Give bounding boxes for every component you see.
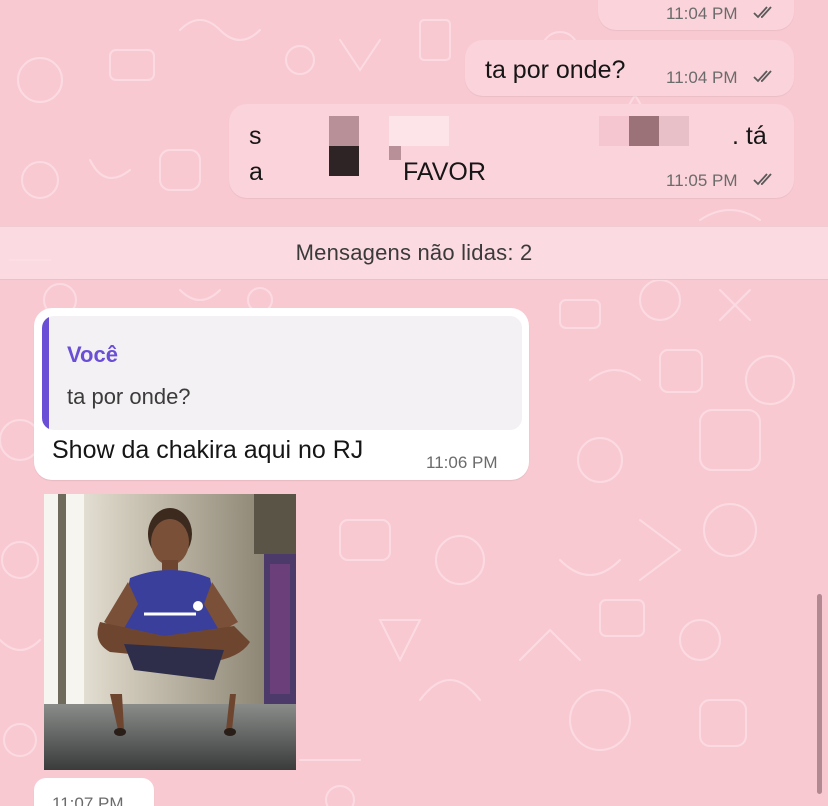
message-text: ta por onde? [485,56,626,84]
quoted-reply[interactable]: Você ta por onde? [42,316,522,430]
message-text-line2-mid: FAVOR [403,158,486,186]
quote-accent-bar [42,316,49,430]
redaction-block [629,116,659,146]
redaction-block [599,116,629,146]
scrollbar-thumb[interactable] [817,594,822,794]
chat-background: oii 11:04 PM ta por onde? 11:04 PM s . t… [0,0,828,806]
outgoing-message-bubble[interactable]: ta por onde? 11:04 PM [465,40,794,96]
double-check-icon [753,173,772,186]
message-time: 11:06 PM [426,453,498,472]
message-text-line2-start: a [249,158,263,186]
quoted-author: Você [67,342,118,367]
quoted-text: ta por onde? [67,384,191,409]
outgoing-message-bubble-redacted[interactable]: s . tá a FAVOR 11:05 PM [229,104,794,198]
message-text-line1-start: s [249,122,262,150]
message-time: 11:07 PM [52,794,124,806]
image-time-bubble: 11:07 PM [34,778,154,806]
redaction-block [389,116,449,146]
double-check-icon [753,6,772,19]
redaction-block [389,146,401,160]
incoming-message-bubble[interactable]: Você ta por onde? Show da chakira aqui n… [34,308,529,480]
message-time: 11:04 PM [666,4,738,23]
image-message[interactable] [44,494,296,770]
message-time: 11:04 PM [666,68,738,87]
redaction-block [329,146,359,176]
message-text: oii [619,0,644,7]
unread-messages-label: Mensagens não lidas: 2 [295,240,533,265]
message-time: 11:05 PM [666,171,738,190]
unread-messages-divider: Mensagens não lidas: 2 [0,226,828,280]
message-text-line1-end: . tá [732,122,767,150]
double-check-icon [753,70,772,83]
message-text: Show da chakira aqui no RJ [52,436,364,464]
photo-boy-crossed-legs [44,494,296,770]
redaction-block [659,116,689,146]
outgoing-message-bubble[interactable]: oii 11:04 PM [598,0,794,30]
redaction-block [329,116,359,146]
